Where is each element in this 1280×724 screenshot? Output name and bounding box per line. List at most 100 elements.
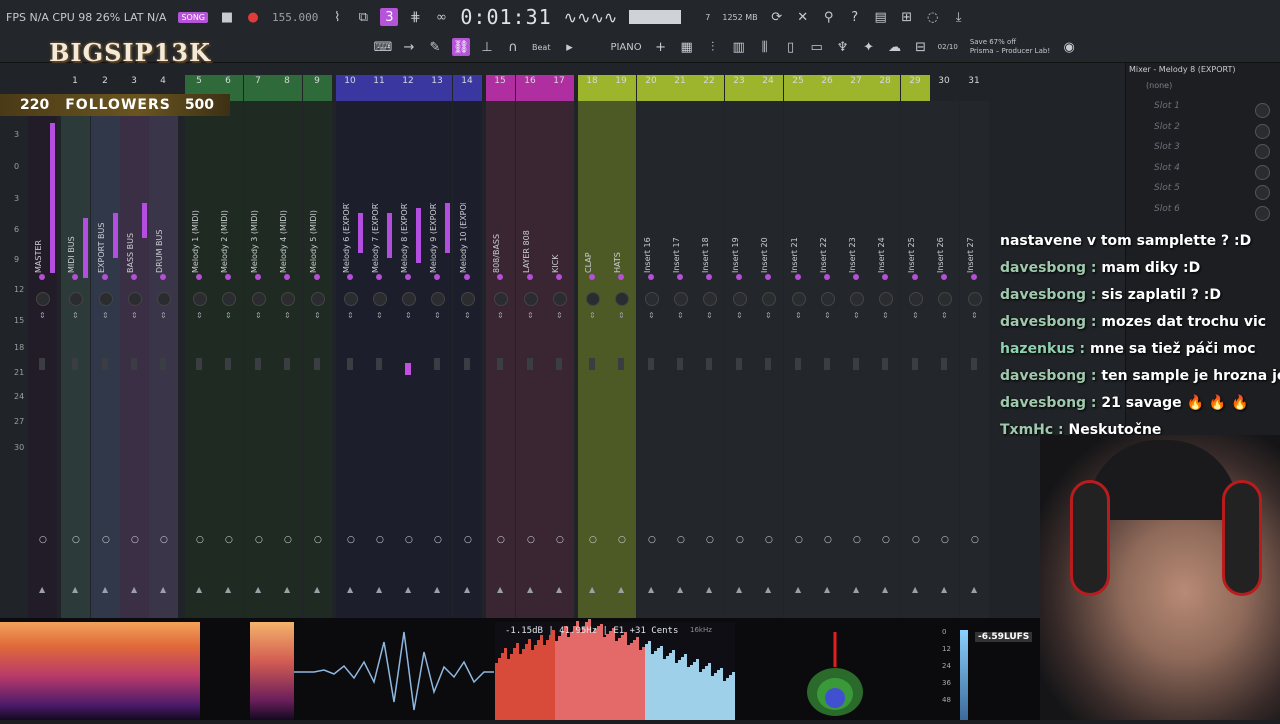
stereo-separation-icon[interactable]: ⇕ (434, 311, 441, 320)
cloud-icon[interactable]: ☁ (886, 38, 904, 56)
stereo-separation-icon[interactable]: ⇕ (255, 311, 262, 320)
volume-fader[interactable] (225, 358, 231, 370)
add-icon[interactable]: + (652, 38, 670, 56)
send-knob[interactable]: ○ (314, 535, 322, 545)
send-knob[interactable]: ○ (677, 535, 685, 545)
stereo-separation-icon[interactable]: ⇕ (736, 311, 743, 320)
send-arrow-icon[interactable]: ▲ (648, 585, 654, 594)
route-dot[interactable] (434, 274, 440, 280)
stereo-separation-icon[interactable]: ⇕ (72, 311, 79, 320)
send-arrow-icon[interactable]: ▲ (131, 585, 137, 594)
slot-mix-knob[interactable] (1255, 205, 1270, 221)
slot-mix-knob[interactable] (1255, 123, 1270, 139)
send-knob[interactable]: ○ (464, 535, 472, 545)
effect-slot[interactable]: Slot 4 (1134, 163, 1274, 181)
pan-knob[interactable] (645, 292, 659, 306)
route-dot[interactable] (39, 274, 45, 280)
volume-fader[interactable] (405, 363, 411, 375)
step-edit-icon[interactable]: ⋕ (406, 8, 424, 26)
volume-fader[interactable] (160, 358, 166, 370)
send-arrow-icon[interactable]: ▲ (102, 585, 108, 594)
pencil-icon[interactable]: ✎ (426, 38, 444, 56)
route-dot[interactable] (284, 274, 290, 280)
stereo-separation-icon[interactable]: ⇕ (795, 311, 802, 320)
send-arrow-icon[interactable]: ▲ (72, 585, 78, 594)
send-knob[interactable]: ○ (795, 535, 803, 545)
stereo-separation-icon[interactable]: ⇕ (706, 311, 713, 320)
refresh-icon[interactable]: ⟳ (768, 8, 786, 26)
route-dot[interactable] (376, 274, 382, 280)
stereo-separation-icon[interactable]: ⇕ (196, 311, 203, 320)
download-icon[interactable]: ⤓ (950, 8, 968, 26)
send-arrow-icon[interactable]: ▲ (824, 585, 830, 594)
send-knob[interactable]: ○ (284, 535, 292, 545)
chat-icon[interactable]: ◌ (924, 8, 942, 26)
send-arrow-icon[interactable]: ▲ (405, 585, 411, 594)
stereo-separation-icon[interactable]: ⇕ (824, 311, 831, 320)
route-dot[interactable] (736, 274, 742, 280)
route-dot[interactable] (225, 274, 231, 280)
playlist-icon[interactable]: ▦ (678, 38, 696, 56)
send-arrow-icon[interactable]: ▲ (853, 585, 859, 594)
pan-knob[interactable] (909, 292, 923, 306)
volume-fader[interactable] (765, 358, 771, 370)
pan-knob[interactable] (674, 292, 688, 306)
save-icon[interactable]: ▤ (872, 8, 890, 26)
stereo-separation-icon[interactable]: ⇕ (882, 311, 889, 320)
countdown-icon[interactable]: 3 (380, 8, 399, 26)
send-knob[interactable]: ○ (160, 535, 168, 545)
pan-knob[interactable] (792, 292, 806, 306)
volume-fader[interactable] (72, 358, 78, 370)
pan-knob[interactable] (344, 292, 358, 306)
pan-knob[interactable] (615, 292, 629, 306)
send-arrow-icon[interactable]: ▲ (314, 585, 320, 594)
track-label[interactable]: Melody 10 (EXPORT) (459, 203, 489, 273)
volume-fader[interactable] (347, 358, 353, 370)
send-knob[interactable]: ○ (912, 535, 920, 545)
volume-fader[interactable] (941, 358, 947, 370)
volume-fader[interactable] (196, 358, 202, 370)
route-dot[interactable] (102, 274, 108, 280)
pan-knob[interactable] (733, 292, 747, 306)
route-dot[interactable] (648, 274, 654, 280)
hint-bar[interactable]: Save 67% off Prisma – Producer Lab! (964, 38, 1056, 56)
volume-fader[interactable] (464, 358, 470, 370)
volume-fader[interactable] (912, 358, 918, 370)
send-knob[interactable]: ○ (882, 535, 890, 545)
stereo-separation-icon[interactable]: ⇕ (160, 311, 167, 320)
send-knob[interactable]: ○ (72, 535, 80, 545)
volume-fader[interactable] (736, 358, 742, 370)
stereo-separation-icon[interactable]: ⇕ (589, 311, 596, 320)
route-dot[interactable] (912, 274, 918, 280)
volume-fader[interactable] (434, 358, 440, 370)
volume-fader[interactable] (853, 358, 859, 370)
send-arrow-icon[interactable]: ▲ (765, 585, 771, 594)
magnet-icon[interactable]: ∩ (504, 38, 522, 56)
stereo-separation-icon[interactable]: ⇕ (314, 311, 321, 320)
channel-icon[interactable]: ▯ (782, 38, 800, 56)
pan-knob[interactable] (373, 292, 387, 306)
record-button[interactable]: ● (244, 8, 262, 26)
volume-fader[interactable] (284, 358, 290, 370)
send-arrow-icon[interactable]: ▲ (196, 585, 202, 594)
link-icon[interactable]: ⛓ (452, 38, 470, 56)
track-label[interactable]: KICK (551, 203, 581, 273)
send-arrow-icon[interactable]: ▲ (677, 585, 683, 594)
send-arrow-icon[interactable]: ▲ (160, 585, 166, 594)
route-dot[interactable] (497, 274, 503, 280)
volume-fader[interactable] (706, 358, 712, 370)
piano-roll-icon[interactable]: ⫶ (704, 38, 722, 56)
pan-knob[interactable] (311, 292, 325, 306)
stereo-separation-icon[interactable]: ⇕ (941, 311, 948, 320)
pan-knob[interactable] (128, 292, 142, 306)
send-knob[interactable]: ○ (853, 535, 861, 545)
slot-mix-knob[interactable] (1255, 185, 1270, 200)
route-dot[interactable] (314, 274, 320, 280)
keyboard-icon[interactable]: ⌨ (374, 38, 393, 56)
stereo-separation-icon[interactable]: ⇕ (618, 311, 625, 320)
stereo-separation-icon[interactable]: ⇕ (102, 311, 109, 320)
send-knob[interactable]: ○ (556, 535, 564, 545)
pan-knob[interactable] (553, 292, 567, 306)
send-arrow-icon[interactable]: ▲ (284, 585, 290, 594)
send-arrow-icon[interactable]: ▲ (618, 585, 624, 594)
